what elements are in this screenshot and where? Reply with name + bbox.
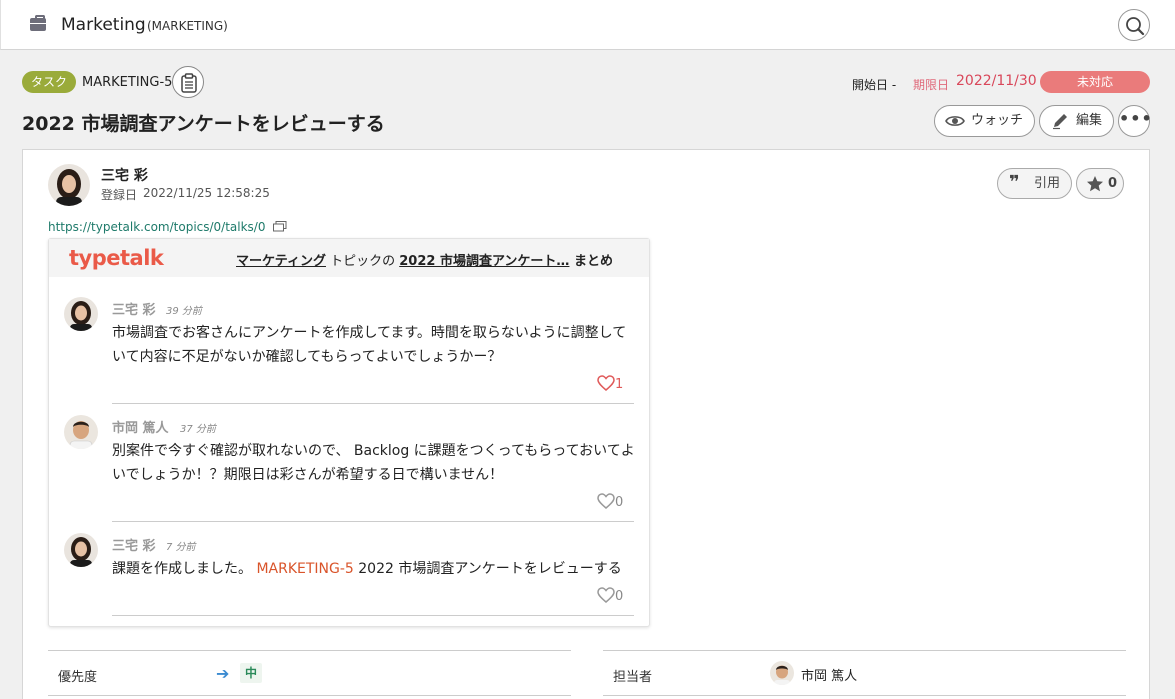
message-divider bbox=[112, 521, 634, 522]
external-window-icon[interactable] bbox=[273, 221, 287, 232]
priority-row: 優先度 ➔ 中 bbox=[48, 650, 571, 696]
message-author: 三宅 彩 bbox=[112, 539, 156, 554]
embed-header: typetalk マーケティング トピックの 2022 市場調査アンケート… ま… bbox=[49, 239, 649, 277]
priority-label: 優先度 bbox=[58, 670, 98, 685]
more-options-button[interactable]: ••• bbox=[1118, 105, 1153, 137]
priority-value: 中 bbox=[240, 663, 263, 683]
author-avatar bbox=[48, 164, 90, 206]
like-count: 0 bbox=[615, 495, 624, 510]
project-name[interactable]: Marketing bbox=[61, 15, 146, 35]
assignee-avatar bbox=[770, 661, 794, 685]
star-icon bbox=[1087, 176, 1103, 192]
heart-icon bbox=[597, 587, 615, 603]
issue-title: 2022 市場調査アンケートをレビューする bbox=[22, 113, 385, 135]
eye-icon bbox=[945, 116, 965, 126]
star-button[interactable]: 0 bbox=[1076, 168, 1124, 199]
embed-talk-link[interactable]: 2022 市場調査アンケート… bbox=[399, 254, 569, 269]
project-header: Marketing (MARKETING) bbox=[0, 0, 1175, 50]
issue-key: MARKETING-5 bbox=[82, 75, 173, 90]
typetalk-embed: typetalk マーケティング トピックの 2022 市場調査アンケート… ま… bbox=[48, 238, 650, 627]
message-time: 37 分前 bbox=[180, 424, 216, 435]
quote-icon: ❞ bbox=[1009, 172, 1020, 193]
message-author: 三宅 彩 bbox=[112, 303, 156, 318]
heart-icon bbox=[597, 493, 615, 509]
like-count: 0 bbox=[615, 589, 624, 604]
issue-description-card: 三宅 彩 登録日 2022/11/25 12:58:25 ❞ 引用 0 http… bbox=[22, 149, 1150, 699]
message-time: 39 分前 bbox=[166, 306, 202, 317]
registered-label: 登録日 bbox=[101, 188, 138, 202]
due-date-label: 期限日 bbox=[913, 78, 950, 92]
like-count: 1 bbox=[615, 377, 624, 392]
edit-button[interactable]: 編集 bbox=[1039, 105, 1114, 137]
message-divider bbox=[112, 403, 634, 404]
quote-button[interactable]: ❞ 引用 bbox=[997, 168, 1072, 199]
assignee-row: 担当者 市岡 篤人 bbox=[603, 650, 1126, 696]
message-text: 課題を作成しました。 MARKETING-5 2022 市場調査アンケートをレビ… bbox=[112, 561, 622, 577]
project-key: (MARKETING) bbox=[147, 19, 228, 33]
watch-button[interactable]: ウォッチ bbox=[934, 105, 1035, 137]
copy-key-button[interactable] bbox=[172, 66, 204, 98]
message-author: 市岡 篤人 bbox=[112, 421, 169, 436]
search-button[interactable] bbox=[1118, 9, 1150, 41]
pencil-icon bbox=[1053, 114, 1067, 130]
message-text: 市場調査でお客さんにアンケートを作成してます。時間を取らないように調整していて内… bbox=[112, 325, 627, 365]
assignee-label: 担当者 bbox=[613, 670, 653, 685]
arrow-right-icon: ➔ bbox=[216, 664, 230, 683]
heart-icon bbox=[597, 375, 615, 391]
embed-title: マーケティング トピックの 2022 市場調査アンケート… まとめ bbox=[236, 254, 613, 269]
clipboard-icon bbox=[181, 73, 197, 93]
search-icon bbox=[1126, 17, 1145, 36]
typetalk-link[interactable]: https://typetalk.com/topics/0/talks/0 bbox=[48, 220, 266, 234]
assignee-name: 市岡 篤人 bbox=[801, 669, 858, 684]
more-icon: ••• bbox=[1119, 109, 1153, 128]
message-avatar bbox=[64, 297, 98, 331]
message-time: 7 分前 bbox=[166, 542, 196, 553]
embed-topic-link[interactable]: マーケティング bbox=[236, 254, 326, 269]
author-name: 三宅 彩 bbox=[101, 168, 148, 184]
status-badge[interactable]: 未対応 bbox=[1040, 71, 1150, 93]
like-button[interactable]: 1 bbox=[597, 375, 623, 392]
registered-date: 2022/11/25 12:58:25 bbox=[143, 186, 270, 200]
message-divider bbox=[112, 615, 634, 616]
message-avatar bbox=[64, 533, 98, 567]
message-text: 別案件で今すぐ確認が取れないので、 Backlog に課題をつくってもらっておい… bbox=[112, 443, 635, 483]
like-button[interactable]: 0 bbox=[597, 493, 623, 510]
issue-type-tag: タスク bbox=[22, 71, 77, 93]
due-date-value: 2022/11/30 bbox=[956, 73, 1037, 89]
start-date: 開始日 - bbox=[852, 78, 897, 92]
message-avatar bbox=[64, 415, 98, 449]
typetalk-logo: typetalk bbox=[69, 246, 164, 270]
like-button[interactable]: 0 bbox=[597, 587, 623, 604]
briefcase-icon bbox=[30, 15, 46, 31]
issue-reference-link[interactable]: MARKETING-5 bbox=[256, 561, 353, 577]
